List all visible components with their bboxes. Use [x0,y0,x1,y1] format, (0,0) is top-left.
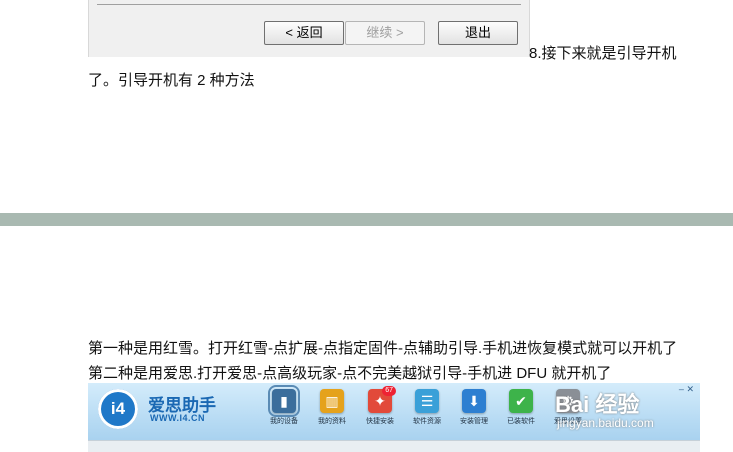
watermark-logo-icon [549,0,609,24]
method-two-text: 第二种是用爱思.打开爱思-点高级玩家-点不完美越狱引导-手机进 DFU 就开机了 [88,365,612,382]
tool-software-resources[interactable]: ☰ 软件资源 [405,389,449,426]
watermark-main-text: Bai 经验 [555,392,640,417]
tool-install-manager[interactable]: ⬇ 安装管理 [452,389,496,426]
tool-label: 软件资源 [413,418,441,425]
tool-quick-install[interactable]: 67 ✦ 快捷安装 [358,386,402,426]
baidu-jingyan-watermark: Bai 经验 jingyan.baidu.com [555,383,700,433]
tool-label: 快捷安装 [366,418,394,425]
brand-url: WWW.I4.CN [150,413,205,423]
tool-my-device[interactable]: ▮ 我的设备 [262,385,306,426]
exit-button[interactable]: 退出 [438,21,518,45]
tool-installed-apps[interactable]: ✔ 已装软件 [499,389,543,426]
watermark-url-text: jingyan.baidu.com [557,416,654,430]
i4-logo-icon: i4 [98,389,138,429]
method-one-text: 第一种是用红雪。打开红雪-点扩展-点指定固件-点辅助引导.手机进恢复模式就可以开… [88,340,678,357]
check-icon: ✔ [509,389,533,413]
step-8-text: 8.接下来就是引导开机 [529,45,677,62]
tool-label: 我的资料 [318,418,346,425]
continue-button[interactable]: 继续 > [345,21,425,45]
tool-label: 已装软件 [507,418,535,425]
tool-label: 安装管理 [460,418,488,425]
resource-icon: ☰ [415,389,439,413]
download-icon: ⬇ [462,389,486,413]
step-8-continued-text: 了。引导开机有 2 种方法 [88,72,255,89]
installer-dialog-fragment: < 返回 继续 > 退出 [88,0,609,57]
dialog-separator [97,4,521,5]
tool-label: 我的设备 [270,418,298,425]
chart-icon: ▥ [320,389,344,413]
tool-my-data[interactable]: ▥ 我的资料 [310,389,354,426]
section-divider [0,213,733,226]
app-toolbar-strip [88,440,700,452]
device-icon: ▮ [268,385,300,417]
back-button[interactable]: < 返回 [264,21,344,45]
notification-badge: 67 [382,386,396,396]
